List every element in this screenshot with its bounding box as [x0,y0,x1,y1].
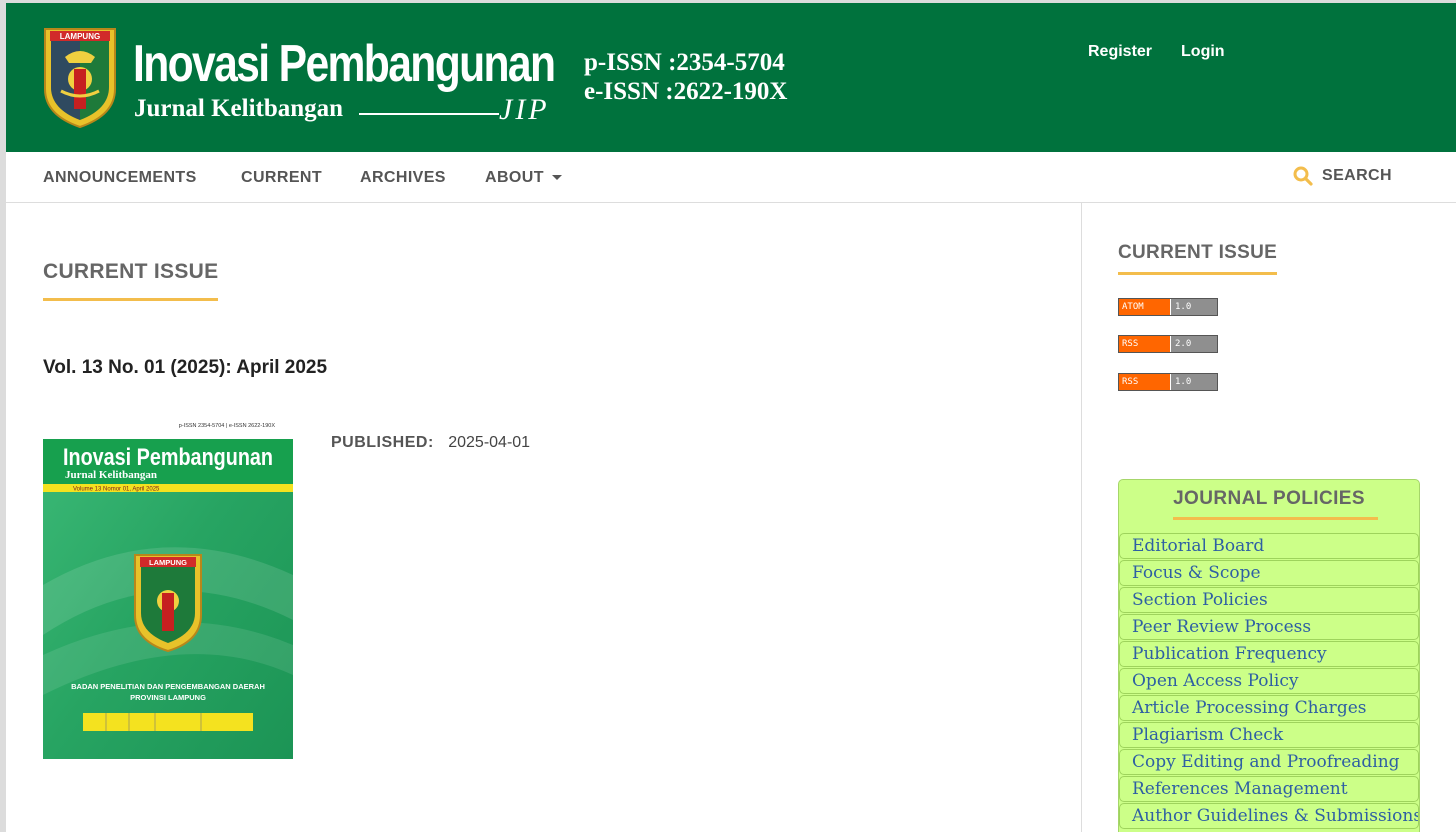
search-label: SEARCH [1322,167,1392,184]
policy-link-section-policies[interactable]: Section Policies [1119,587,1419,613]
atom-feed-badge[interactable]: ATOM 1.0 [1118,298,1218,316]
nav-archives[interactable]: ARCHIVES [360,169,446,187]
primary-nav: ANNOUNCEMENTS CURRENT ARCHIVES ABOUT SEA… [6,152,1456,203]
cover-agency-line1: BADAN PENELITIAN DAN PENGEMBANGAN DAERAH [71,682,265,691]
brand-subtitle: Jurnal Kelitbangan [134,95,344,122]
emblem-label: LAMPUNG [60,32,100,41]
lampung-emblem-icon: LAMPUNG [44,28,116,129]
nav-about-label: ABOUT [485,169,544,186]
chevron-down-icon [551,175,562,181]
cover-title: Inovasi Pembangunan [63,444,273,471]
brand-title: Inovasi Pembangunan [133,35,556,93]
policy-link-author-guidelines[interactable]: Author Guidelines & Submissions [1119,803,1419,829]
heading-underline [1173,517,1378,520]
issn-electronic: e-ISSN :2622-190X [584,78,788,105]
feed-version: 2.0 [1170,336,1217,352]
nav-current[interactable]: CURRENT [241,169,322,187]
cover-volume: Volume 13 Nomor 01, April 2025 [73,487,160,493]
journal-policies-heading: JOURNAL POLICIES [1173,488,1365,509]
page: LAMPUNG Inovasi Pembangunan Jurnal Kelit… [6,3,1456,832]
policy-link-editorial-board[interactable]: Editorial Board [1119,533,1419,559]
issn-print: p-ISSN :2354-5704 [584,49,785,76]
main-content: CURRENT ISSUE Vol. 13 No. 01 (2025): Apr… [6,203,1081,832]
user-nav: Register Login [1088,43,1225,61]
sidebar-current-issue-heading: CURRENT ISSUE [1118,242,1278,275]
journal-policies-block: JOURNAL POLICIES Editorial Board Focus &… [1118,479,1420,832]
login-link[interactable]: Login [1181,43,1225,61]
feed-kind: ATOM [1119,299,1170,315]
cover-emblem-icon: LAMPUNG [134,554,202,653]
policy-link-focus-scope[interactable]: Focus & Scope [1119,560,1419,586]
nav-announcements[interactable]: ANNOUNCEMENTS [43,169,197,187]
cover-subtitle: Jurnal Kelitbangan [65,469,157,481]
nav-about[interactable]: ABOUT [485,169,562,187]
published-date: 2025-04-01 [448,434,531,451]
policy-link-apc[interactable]: Article Processing Charges [1119,695,1419,721]
cover-emblem-label: LAMPUNG [149,558,187,567]
brand-divider [359,113,499,115]
policy-link-open-access[interactable]: Open Access Policy [1119,668,1419,694]
cover-agency-line2: PROVINSI LAMPUNG [130,693,206,702]
policy-link-peer-review[interactable]: Peer Review Process [1119,614,1419,640]
search-icon [1293,166,1313,186]
rss2-feed-badge[interactable]: RSS 2.0 [1118,335,1218,353]
site-logo[interactable]: LAMPUNG Inovasi Pembangunan Jurnal Kelit… [43,27,803,137]
site-header: LAMPUNG Inovasi Pembangunan Jurnal Kelit… [6,3,1456,152]
sidebar-divider [1081,203,1082,832]
feed-version: 1.0 [1170,374,1217,390]
feed-kind: RSS [1119,374,1170,390]
feed-kind: RSS [1119,336,1170,352]
rss1-feed-badge[interactable]: RSS 1.0 [1118,373,1218,391]
register-link[interactable]: Register [1088,43,1152,61]
policies-list: Editorial Board Focus & Scope Section Po… [1119,533,1419,830]
policy-link-plagiarism[interactable]: Plagiarism Check [1119,722,1419,748]
search-button[interactable]: SEARCH [1293,166,1392,186]
policy-link-publication-frequency[interactable]: Publication Frequency [1119,641,1419,667]
published-label: PUBLISHED: [331,434,434,451]
feed-version: 1.0 [1170,299,1217,315]
policy-link-copy-editing[interactable]: Copy Editing and Proofreading [1119,749,1419,775]
brand-code: JIP [499,93,550,126]
policy-link-references[interactable]: References Management [1119,776,1419,802]
page-title: CURRENT ISSUE [43,260,219,301]
cover-issn: p-ISSN 2354-5704 | e-ISSN 2622-190X [179,423,276,429]
issue-cover-image[interactable]: p-ISSN 2354-5704 | e-ISSN 2622-190X Inov… [43,405,293,759]
published-info: PUBLISHED: 2025-04-01 [331,434,530,452]
issue-title[interactable]: Vol. 13 No. 01 (2025): April 2025 [43,357,327,379]
